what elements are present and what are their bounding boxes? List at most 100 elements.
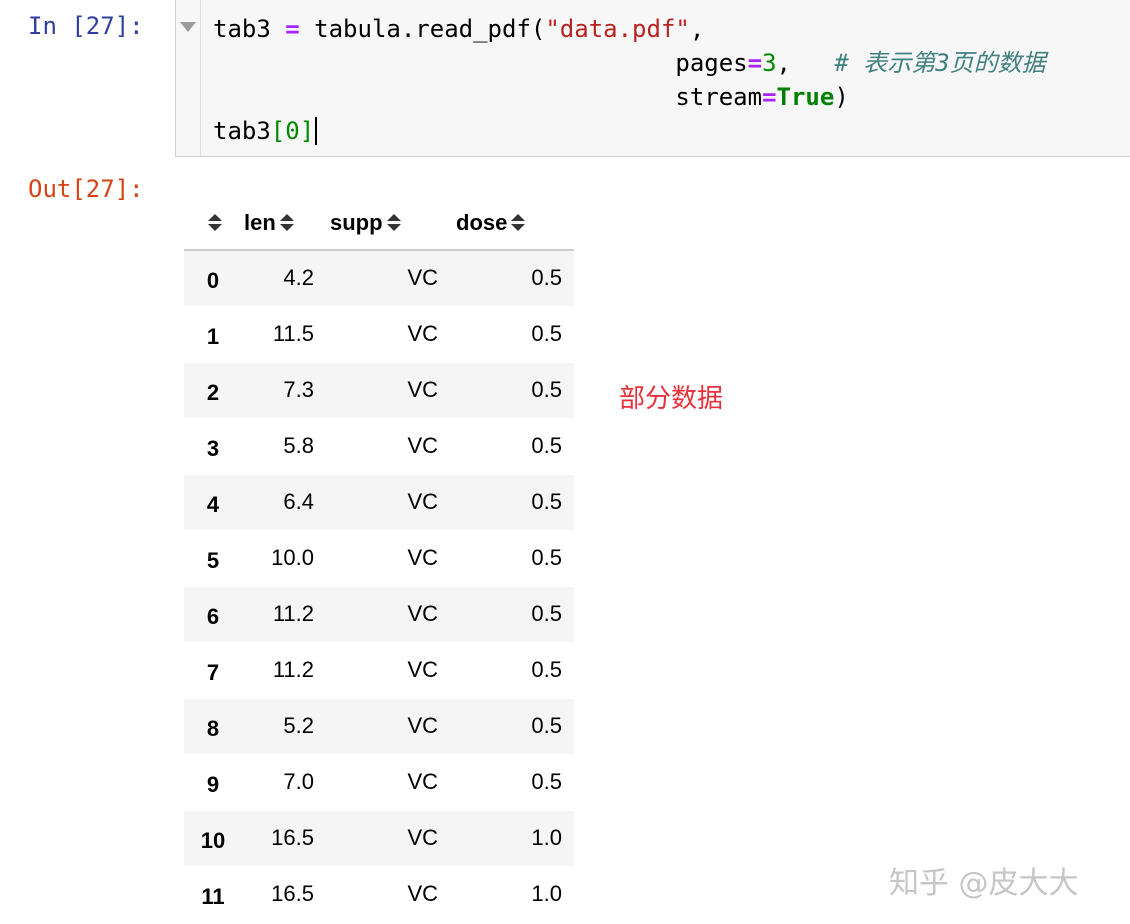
cell-supp: VC: [320, 754, 440, 811]
cell-dose: 0.5: [440, 754, 574, 811]
column-header-label: len: [244, 209, 276, 235]
column-header-label: dose: [456, 209, 508, 235]
table-row: 2 7.3 VC 0.5: [184, 362, 574, 419]
code-token: ,: [776, 49, 835, 77]
table-row: 1 11.5 VC 0.5: [184, 306, 574, 363]
text-cursor: [315, 117, 318, 145]
row-index: 3: [184, 418, 242, 475]
output-prompt: Out[27]:: [28, 175, 144, 203]
row-index: 0: [184, 250, 242, 307]
column-header-dose[interactable]: dose: [440, 196, 574, 251]
table-row: 0 4.2 VC 0.5: [184, 250, 574, 307]
row-index: 4: [184, 474, 242, 531]
row-index: 10: [184, 810, 242, 867]
cell-supp: VC: [320, 474, 440, 531]
cell-len: 5.2: [242, 698, 320, 755]
watermark: 知乎 @皮大大: [889, 866, 1079, 901]
cell-len: 6.4: [242, 474, 320, 531]
code-token: tab3: [213, 15, 286, 43]
cell-dose: 0.5: [440, 418, 574, 475]
cell-supp: VC: [320, 642, 440, 699]
column-header-label: supp: [330, 209, 383, 235]
column-header-supp[interactable]: supp: [320, 196, 440, 251]
cell-supp: VC: [320, 586, 440, 643]
cell-dose: 0.5: [440, 642, 574, 699]
cell-dose: 0.5: [440, 362, 574, 419]
code-token: tabula.read_pdf(: [299, 15, 546, 43]
table-row: 6 11.2 VC 0.5: [184, 586, 574, 643]
dataframe-table: len supp dose 0 4.2 VC 0.5 1 11.5 VC 0.5…: [184, 196, 574, 923]
table-row: 7 11.2 VC 0.5: [184, 642, 574, 699]
row-index: 11: [184, 866, 242, 923]
row-index: 9: [184, 754, 242, 811]
cell-dose: 1.0: [440, 810, 574, 867]
column-header-len[interactable]: len: [242, 196, 320, 251]
code-token: =: [747, 49, 763, 77]
cell-supp: VC: [320, 306, 440, 363]
cell-dose: 1.0: [440, 866, 574, 923]
code-token: ]: [299, 117, 315, 145]
cell-supp: VC: [320, 418, 440, 475]
table-row: 8 5.2 VC 0.5: [184, 698, 574, 755]
cell-len: 11.5: [242, 306, 320, 363]
cell-dose: 0.5: [440, 530, 574, 587]
cell-dose: 0.5: [440, 474, 574, 531]
cell-len: 16.5: [242, 810, 320, 867]
cell-len: 16.5: [242, 866, 320, 923]
code-token: =: [285, 15, 300, 43]
code-token: [: [270, 117, 286, 145]
row-index: 5: [184, 530, 242, 587]
cell-len: 4.2: [242, 250, 320, 307]
table-row: 11 16.5 VC 1.0: [184, 866, 574, 923]
sort-icon[interactable]: [208, 213, 222, 232]
table-row: 9 7.0 VC 0.5: [184, 754, 574, 811]
cell-dose: 0.5: [440, 698, 574, 755]
input-prompt: In [27]:: [28, 12, 144, 40]
table-row: 4 6.4 VC 0.5: [184, 474, 574, 531]
code-comment: # 表示第3页的数据: [834, 49, 1046, 77]
sort-icon[interactable]: [511, 213, 526, 232]
cell-len: 10.0: [242, 530, 320, 587]
cell-supp: VC: [320, 810, 440, 867]
cell-supp: VC: [320, 866, 440, 923]
table-header-row: len supp dose: [184, 196, 574, 251]
table-row: 3 5.8 VC 0.5: [184, 418, 574, 475]
table-row: 5 10.0 VC 0.5: [184, 530, 574, 587]
code-token: "data.pdf": [545, 15, 690, 43]
code-editor[interactable]: tab3 = tabula.read_pdf("data.pdf", pages…: [213, 12, 1046, 148]
column-header-index[interactable]: [184, 196, 242, 251]
cell-supp: VC: [320, 530, 440, 587]
cell-len: 7.3: [242, 362, 320, 419]
code-cell-input[interactable]: tab3 = tabula.read_pdf("data.pdf", pages…: [175, 0, 1130, 157]
row-index: 8: [184, 698, 242, 755]
collapse-toggle[interactable]: [176, 0, 201, 157]
cell-len: 11.2: [242, 586, 320, 643]
notebook-view: In [27]: tab3 = tabula.read_pdf("data.pd…: [0, 0, 1130, 924]
sort-icon[interactable]: [386, 213, 401, 232]
cell-len: 7.0: [242, 754, 320, 811]
annotation-text: 部分数据: [619, 384, 724, 414]
code-token: ): [834, 83, 849, 111]
row-index: 1: [184, 306, 242, 363]
row-index: 2: [184, 362, 242, 419]
cell-dose: 0.5: [440, 586, 574, 643]
cell-dose: 0.5: [440, 250, 574, 307]
row-index: 6: [184, 586, 242, 643]
cell-supp: VC: [320, 362, 440, 419]
cell-len: 11.2: [242, 642, 320, 699]
row-index: 7: [184, 642, 242, 699]
code-token: pages: [675, 49, 748, 77]
code-token: 3: [762, 49, 777, 77]
sort-icon[interactable]: [279, 213, 294, 232]
code-token: stream: [675, 83, 763, 111]
code-token: tab3: [213, 117, 271, 145]
cell-len: 5.8: [242, 418, 320, 475]
cell-supp: VC: [320, 250, 440, 307]
code-token: ,: [689, 15, 705, 43]
chevron-down-icon[interactable]: [180, 22, 196, 32]
code-token: True: [776, 83, 835, 111]
table-row: 10 16.5 VC 1.0: [184, 810, 574, 867]
cell-supp: VC: [320, 698, 440, 755]
